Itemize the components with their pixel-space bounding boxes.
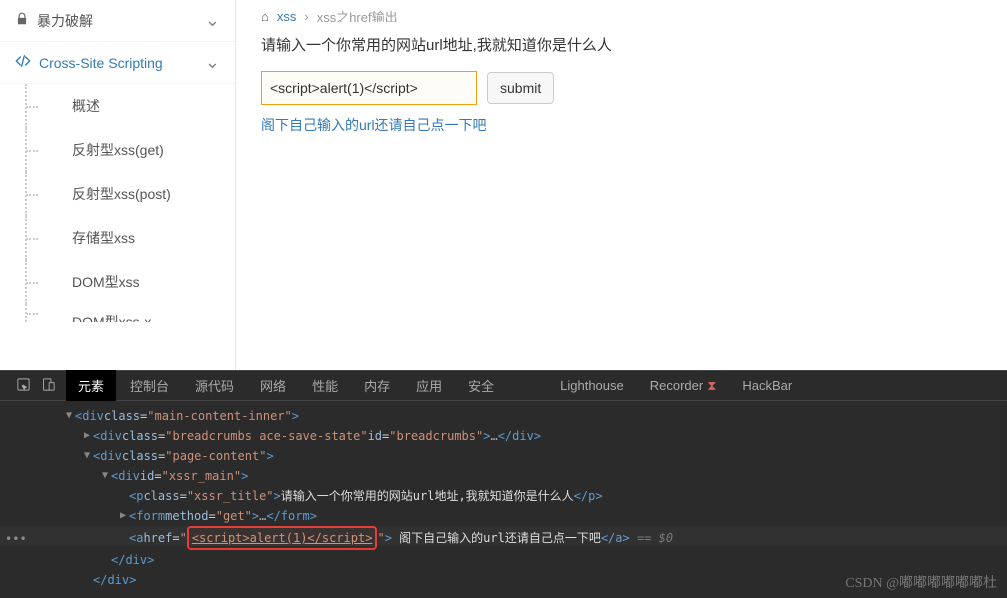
sidebar-sub-dom[interactable]: DOM型xss xyxy=(25,260,235,304)
lock-icon xyxy=(15,12,29,29)
tab-performance[interactable]: 性能 xyxy=(300,370,350,401)
sidebar-sub-reflect-post[interactable]: 反射型xss(post) xyxy=(25,172,235,216)
devtools-tabs: 元素 控制台 源代码 网络 性能 内存 应用 安全 Lighthouse Rec… xyxy=(0,371,1007,401)
sidebar-label: Cross-Site Scripting xyxy=(39,55,163,71)
tab-lighthouse[interactable]: Lighthouse xyxy=(548,372,636,399)
tab-recorder[interactable]: Recorder ⧗ xyxy=(638,372,729,400)
tab-hackbar[interactable]: HackBar xyxy=(730,372,804,399)
breadcrumb-link[interactable]: xss xyxy=(277,10,297,22)
recorder-icon: ⧗ xyxy=(707,378,716,394)
tab-sources[interactable]: 源代码 xyxy=(183,370,246,401)
breadcrumb: ⌂ xss › xss之href输出 xyxy=(261,10,982,22)
chevron-down-icon: ⌄ xyxy=(205,10,220,31)
devtools-panel: 元素 控制台 源代码 网络 性能 内存 应用 安全 Lighthouse Rec… xyxy=(0,370,1007,598)
code-icon xyxy=(15,53,31,72)
tab-application[interactable]: 应用 xyxy=(404,370,454,401)
device-icon[interactable] xyxy=(41,377,56,395)
result-link[interactable]: 阁下自己输入的url还请自己点一下吧 xyxy=(261,117,487,133)
sidebar-sub-overview[interactable]: 概述 xyxy=(25,84,235,128)
chevron-down-icon: ⌄ xyxy=(205,52,220,73)
tab-elements[interactable]: 元素 xyxy=(66,370,116,401)
sidebar-label: 暴力破解 xyxy=(37,11,93,31)
sidebar-sub-dom-x[interactable]: DOM型xss-x xyxy=(25,304,235,322)
breadcrumb-current: xss之href输出 xyxy=(317,10,398,22)
sidebar-item-xss[interactable]: Cross-Site Scripting ⌄ xyxy=(0,42,235,84)
tab-console[interactable]: 控制台 xyxy=(118,370,181,401)
sidebar: 暴力破解 ⌄ Cross-Site Scripting ⌄ 概述 反射型xss(… xyxy=(0,0,236,370)
tab-memory[interactable]: 内存 xyxy=(352,370,402,401)
elements-tree[interactable]: ••• ▼<div class="main-content-inner"> ▶<… xyxy=(0,401,1007,595)
main-content: ⌂ xss › xss之href输出 请输入一个你常用的网站url地址,我就知道… xyxy=(236,0,1007,370)
url-input[interactable] xyxy=(261,71,477,105)
inspect-icon[interactable] xyxy=(16,377,31,395)
submit-button[interactable]: submit xyxy=(487,72,554,104)
sidebar-item-bruteforce[interactable]: 暴力破解 ⌄ xyxy=(0,0,235,42)
sidebar-sub-reflect-get[interactable]: 反射型xss(get) xyxy=(25,128,235,172)
sidebar-sub-stored[interactable]: 存储型xss xyxy=(25,216,235,260)
prompt-text: 请输入一个你常用的网站url地址,我就知道你是什么人 xyxy=(261,34,982,55)
home-icon: ⌂ xyxy=(261,10,269,22)
tab-network[interactable]: 网络 xyxy=(248,370,298,401)
tab-security[interactable]: 安全 xyxy=(456,370,506,401)
